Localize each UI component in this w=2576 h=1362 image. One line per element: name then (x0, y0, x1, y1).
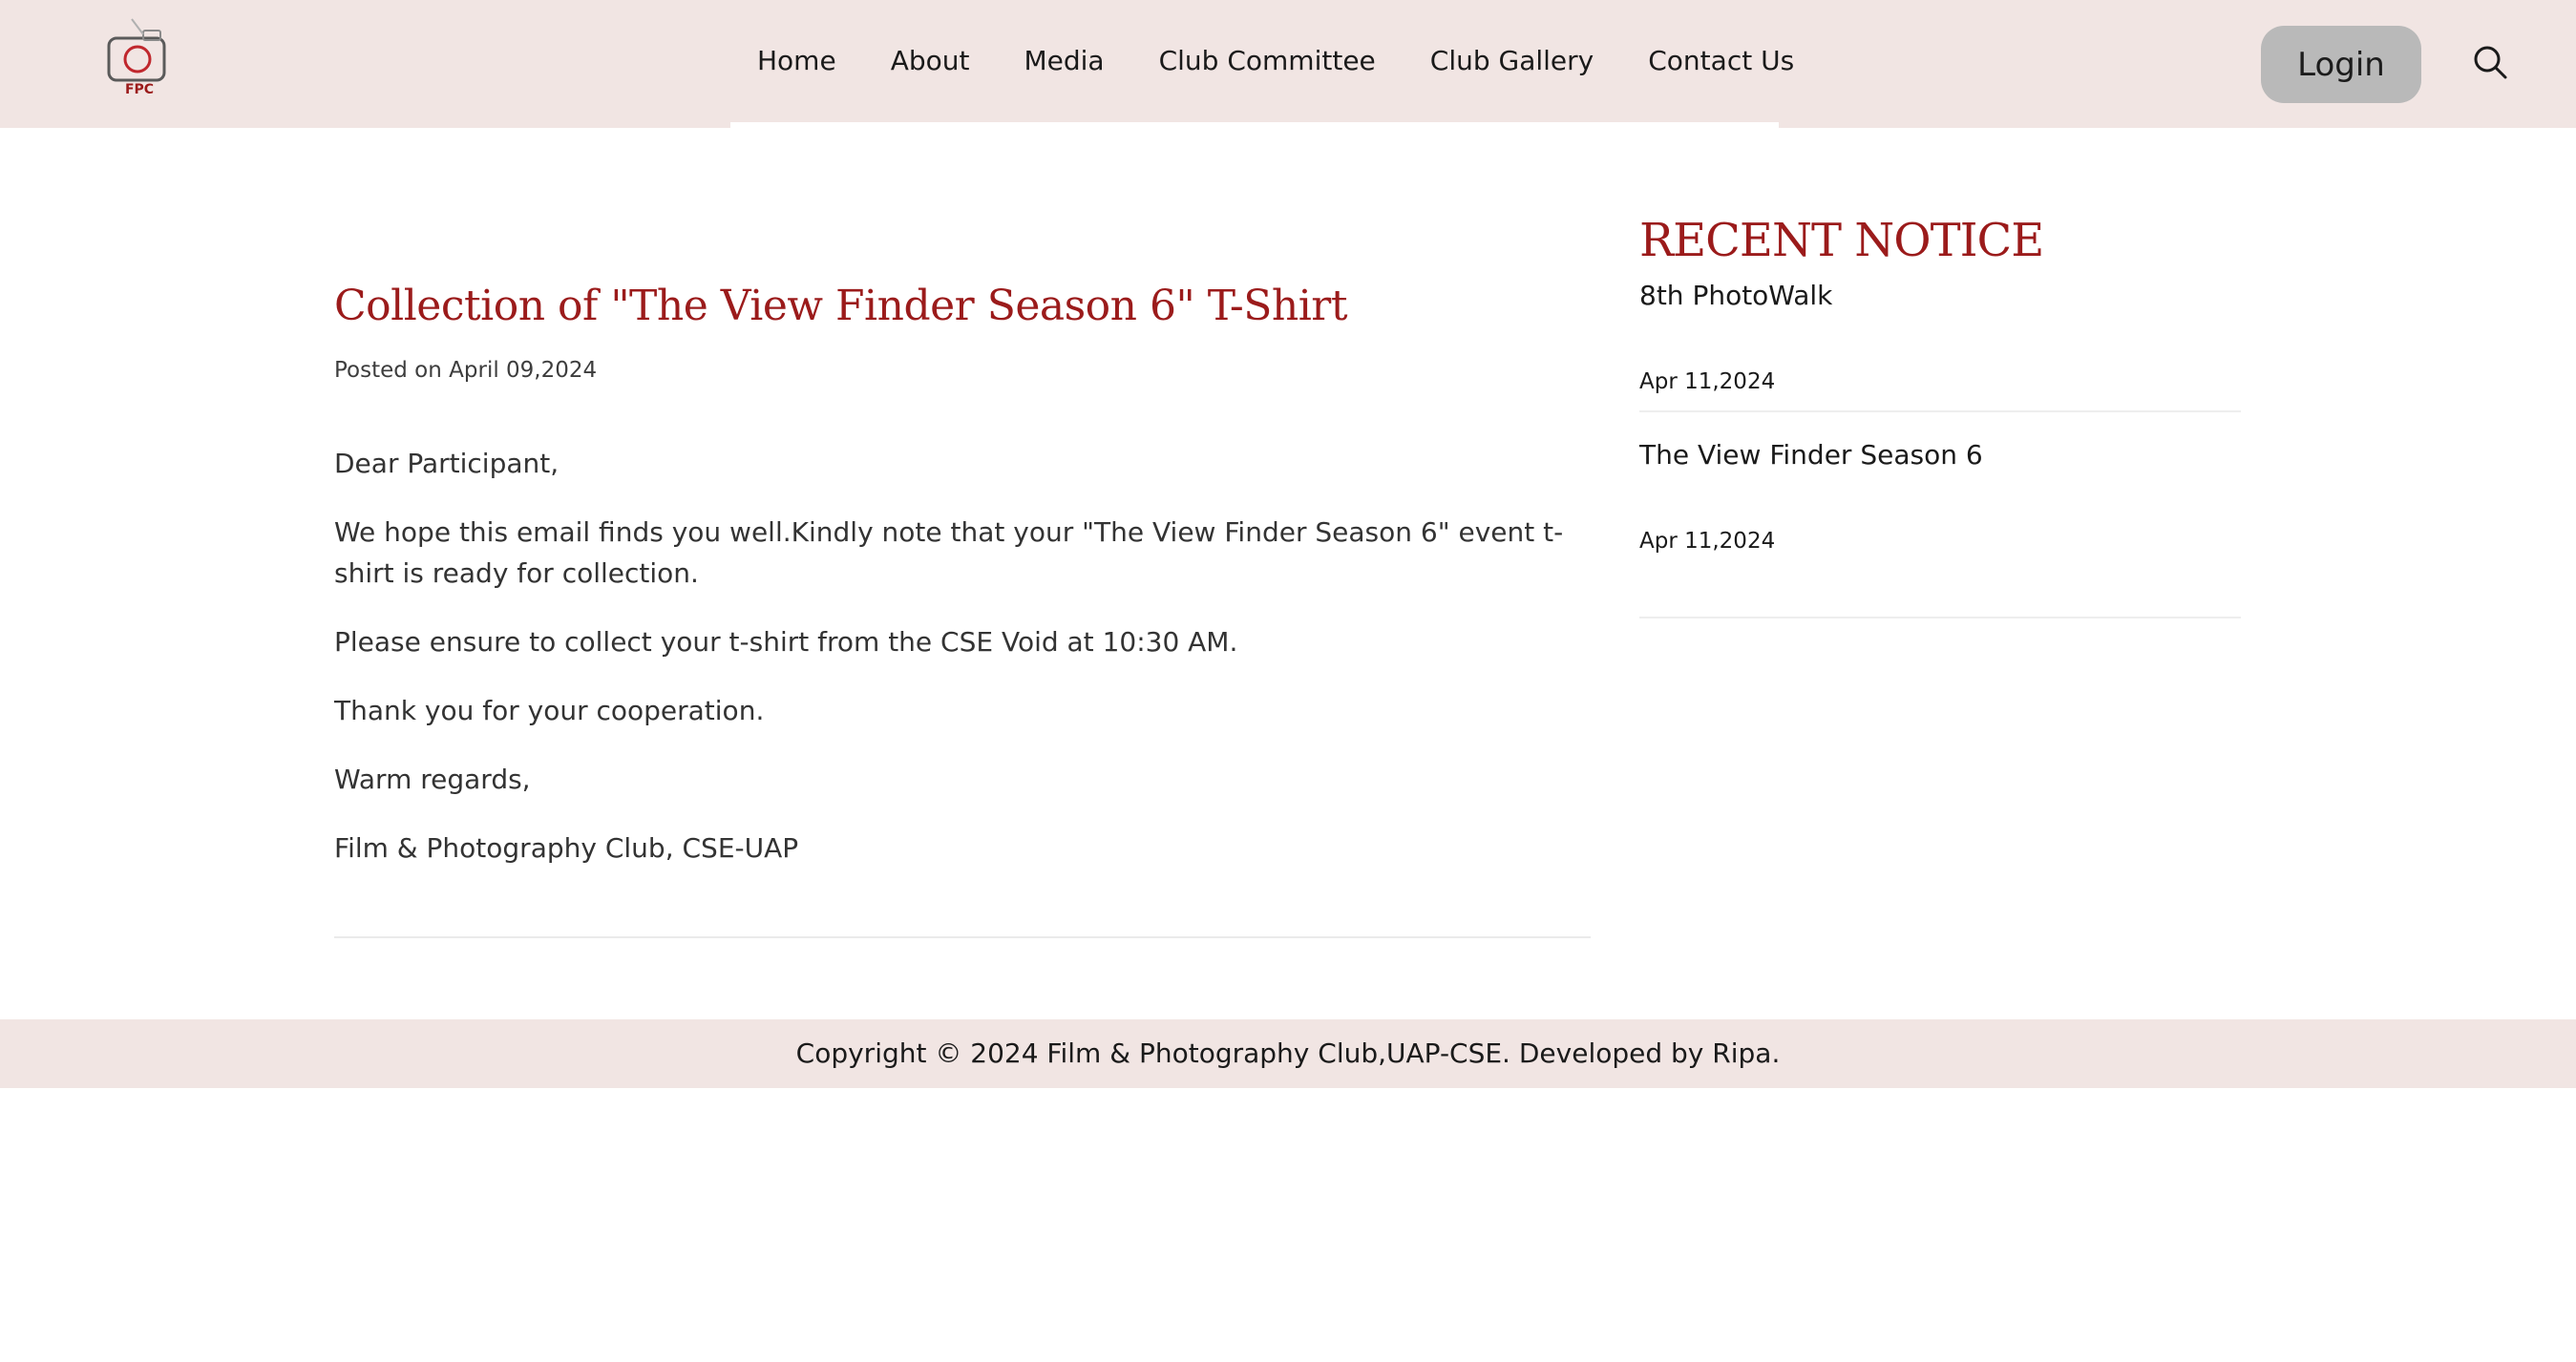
article-paragraph: Film & Photography Club, CSE-UAP (334, 832, 799, 864)
nav-media[interactable]: Media (1024, 42, 1104, 80)
nav-active-underline (730, 122, 1779, 128)
notice-date: Apr 11,2024 (1639, 529, 1776, 554)
nav-club-gallery[interactable]: Club Gallery (1430, 42, 1594, 80)
club-logo[interactable]: FPC (105, 17, 181, 97)
notice-item-photowalk[interactable]: 8th PhotoWalk Apr 11,2024 (1639, 277, 2241, 412)
notice-article: Collection of "The View Finder Season 6"… (334, 277, 1591, 896)
article-paragraph: Please ensure to collect your t-shirt fr… (334, 626, 1238, 658)
article-paragraph: Dear Participant, (334, 448, 560, 479)
notice-item-view-finder[interactable]: The View Finder Season 6 Apr 11,2024 (1639, 436, 2241, 618)
footer: Copyright © 2024 Film & Photography Club… (0, 1019, 2576, 1088)
recent-notice-sidebar: RECENT NOTICE 8th PhotoWalk Apr 11,2024 … (1639, 210, 2241, 618)
notice-title[interactable]: 8th PhotoWalk (1639, 277, 2241, 315)
search-button[interactable] (2471, 43, 2509, 81)
camera-logo-icon: FPC (107, 18, 166, 97)
posted-prefix: Posted on (334, 358, 442, 383)
logo-text: FPC (125, 82, 154, 95)
nav-home[interactable]: Home (757, 42, 836, 80)
article-title: Collection of "The View Finder Season 6"… (334, 282, 1348, 330)
nav-about[interactable]: About (891, 42, 970, 80)
article-paragraph: Warm regards, (334, 764, 531, 795)
posted-date: April 09,2024 (449, 358, 598, 383)
nav-contact-us[interactable]: Contact Us (1648, 42, 1794, 80)
top-navbar: FPC Home About Media Club Committee Club… (0, 0, 2576, 128)
article-paragraph: Thank you for your cooperation. (334, 695, 765, 726)
article-divider (334, 936, 1591, 938)
login-button[interactable]: Login (2261, 26, 2421, 103)
article-paragraph: We hope this email finds you well.Kindly… (334, 516, 1564, 589)
notice-title[interactable]: The View Finder Season 6 (1639, 436, 2241, 474)
footer-copyright: Copyright © 2024 Film & Photography Club… (795, 1037, 1781, 1069)
article-body: Dear Participant, We hope this email fin… (334, 443, 1591, 869)
posted-info: Posted on April 09,2024 (334, 355, 1591, 386)
sidebar-title: RECENT NOTICE (1639, 214, 2044, 267)
notice-date: Apr 11,2024 (1639, 369, 1776, 394)
nav-club-committee[interactable]: Club Committee (1159, 42, 1376, 80)
main-nav: Home About Media Club Committee Club Gal… (757, 42, 1794, 80)
search-icon (2474, 46, 2507, 79)
